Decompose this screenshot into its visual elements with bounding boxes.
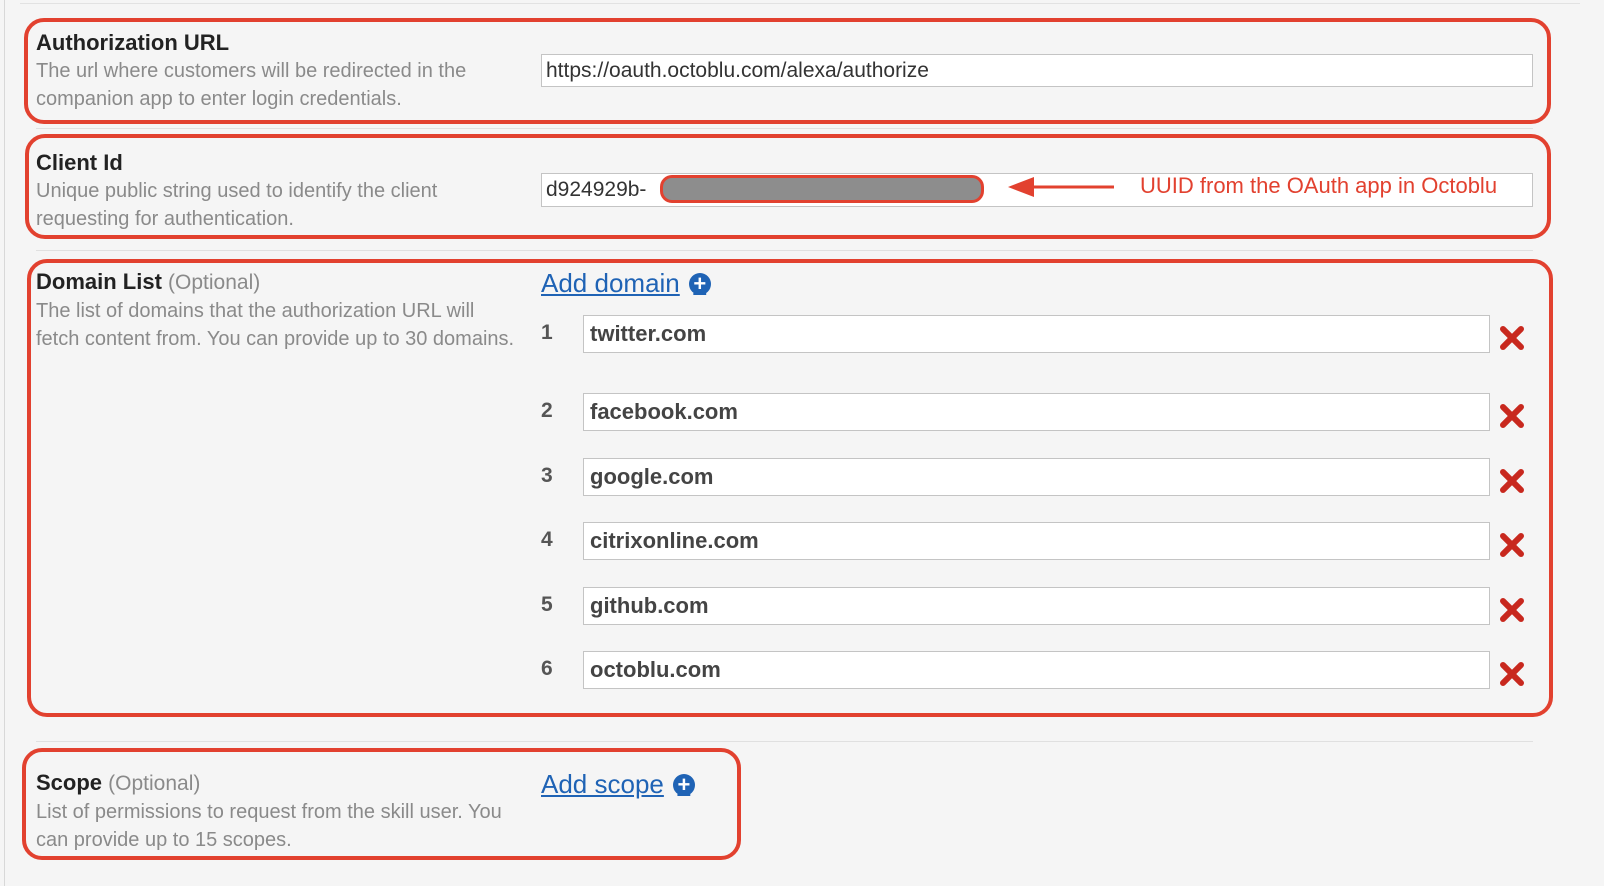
divider — [36, 250, 1533, 251]
top-divider — [20, 3, 1580, 4]
page-left-border — [4, 0, 5, 886]
auth-url-highlight — [24, 18, 1551, 124]
scope-highlight — [22, 748, 741, 860]
domain-list-highlight — [27, 259, 1553, 717]
divider — [36, 741, 1533, 742]
client-id-highlight — [25, 134, 1551, 239]
divider — [36, 128, 1533, 129]
